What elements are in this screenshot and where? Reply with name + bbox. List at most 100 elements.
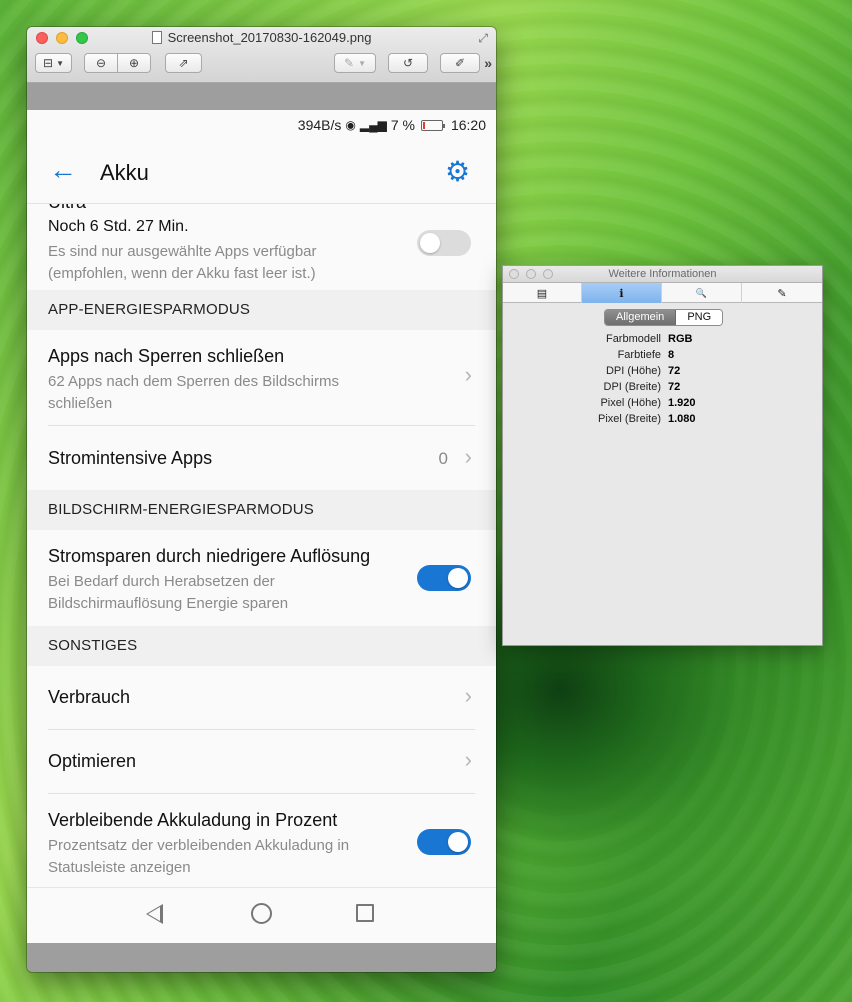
intensive-apps-title: Stromintensive Apps <box>48 448 213 468</box>
signal-icon: ▂▄▆ <box>359 118 387 132</box>
usage-item[interactable]: Verbrauch › <box>27 666 496 730</box>
info-value: 72 <box>668 365 681 377</box>
info-title: Weitere Informationen <box>608 268 717 280</box>
document-icon <box>151 31 162 44</box>
markup-button[interactable]: ✎ ▼ <box>334 53 376 73</box>
info-key: Pixel (Höhe) <box>600 397 661 409</box>
tab-info[interactable]: ℹ <box>582 283 662 303</box>
toggle-knob <box>420 233 440 253</box>
ultra-mode-item[interactable]: Ultra Noch 6 Std. 27 Min. Es sind nur au… <box>27 204 496 290</box>
info-panel: Weitere Informationen ▤ ℹ 🔍 ✎ Allgemein … <box>502 265 823 646</box>
rotate-button[interactable]: ↺ <box>388 53 428 73</box>
chevron-right-icon: › <box>464 747 472 772</box>
intensive-apps-item[interactable]: Stromintensive Apps 0 › <box>27 426 496 490</box>
annotate-button[interactable]: ✐ <box>440 53 480 73</box>
ultra-remaining-time: Noch 6 Std. 27 Min. <box>48 218 189 235</box>
info-value: 72 <box>668 381 681 393</box>
segment-general[interactable]: Allgemein <box>605 310 677 325</box>
wifi-icon: ◉ <box>345 118 356 132</box>
info-value: 1.080 <box>668 413 696 425</box>
battery-percent-desc-line2: Statusleiste anzeigen <box>48 859 191 876</box>
battery-percent-item[interactable]: Verbleibende Akkuladung in Prozent Proze… <box>27 794 496 887</box>
preview-window: Screenshot_20170830-162049.png ⤢ ⊟ ▼ ⊖ ⊕… <box>27 27 496 972</box>
info-row: Farbtiefe 8 <box>503 349 822 365</box>
tab-annotations[interactable]: ✎ <box>742 283 822 303</box>
toggle-knob <box>448 832 468 852</box>
segment-png[interactable]: PNG <box>676 310 723 325</box>
preview-titlebar: Screenshot_20170830-162049.png ⤢ ⊟ ▼ ⊖ ⊕… <box>27 27 496 83</box>
nav-home-icon[interactable] <box>251 903 272 924</box>
share-button[interactable]: ⇗ <box>165 53 202 73</box>
info-row: DPI (Breite) 72 <box>503 381 822 397</box>
zoom-out-icon: ⊖ <box>95 56 107 70</box>
zoom-out-button[interactable]: ⊖ <box>84 53 118 73</box>
info-key: Farbmodell <box>605 333 661 345</box>
ultra-desc-line1: Es sind nur ausgewählte Apps verfügbar <box>48 243 317 260</box>
battery-percent-desc-line1: Prozentsatz der verbleibenden Akkuladung… <box>48 837 350 854</box>
markup-icon: ✎ <box>344 56 355 70</box>
share-icon: ⇗ <box>178 56 189 70</box>
info-key: DPI (Höhe) <box>605 365 661 377</box>
chevron-down-icon: ▼ <box>56 58 64 68</box>
battery-icon <box>420 119 445 131</box>
toggle-knob <box>448 568 468 588</box>
section-app-energy: APP-ENERGIESPARMODUS <box>27 290 496 330</box>
low-resolution-desc-line1: Bei Bedarf durch Herabsetzen der <box>48 573 275 590</box>
pen-icon: ✎ <box>777 287 787 300</box>
info-titlebar: Weitere Informationen <box>503 266 822 283</box>
section-other: SONSTIGES <box>27 626 496 666</box>
optimize-title: Optimieren <box>48 751 137 771</box>
chevron-right-icon: › <box>464 362 472 387</box>
ultra-mode-toggle[interactable] <box>417 230 471 256</box>
zoom-in-button[interactable]: ⊕ <box>117 53 151 73</box>
optimize-item[interactable]: Optimieren › <box>27 730 496 794</box>
sidebar-icon: ⊟ <box>43 56 54 70</box>
rotate-icon: ↺ <box>402 56 414 70</box>
low-resolution-item[interactable]: Stromsparen durch niedrigere Auflösung B… <box>27 530 496 626</box>
close-apps-item[interactable]: Apps nach Sperren schließen 62 Apps nach… <box>27 330 496 426</box>
chevron-right-icon: › <box>464 683 472 708</box>
search-icon: 🔍 <box>695 287 708 298</box>
gear-icon[interactable]: ⚙ <box>445 158 470 186</box>
nav-back-icon[interactable] <box>146 904 163 924</box>
annotate-icon: ✐ <box>454 56 466 70</box>
info-tabs: ▤ ℹ 🔍 ✎ <box>503 283 822 303</box>
ultra-desc-line2: (empfohlen, wenn der Akku fast leer ist.… <box>48 265 316 282</box>
battery-percent-toggle[interactable] <box>417 829 471 855</box>
info-value: 8 <box>668 349 675 361</box>
tab-general[interactable]: ▤ <box>503 283 582 303</box>
chevron-right-icon: › <box>464 444 472 469</box>
page-title: Akku <box>100 160 149 185</box>
android-screen: 394B/s ◉ ▂▄▆ 7 % 16:20 ← Akku ⚙ Ultra No… <box>27 110 496 943</box>
battery-percent: 7 % <box>390 117 415 133</box>
info-row: Pixel (Höhe) 1.920 <box>503 397 822 413</box>
nav-recents-icon[interactable] <box>356 904 374 922</box>
sidebar-toggle-button[interactable]: ⊟ ▼ <box>35 53 72 73</box>
usage-title: Verbrauch <box>48 687 131 707</box>
zoom-in-icon: ⊕ <box>128 56 140 70</box>
tab-search[interactable]: 🔍 <box>662 283 742 303</box>
low-resolution-title: Stromsparen durch niedrigere Auflösung <box>48 546 371 566</box>
fullscreen-icon[interactable]: ⤢ <box>478 31 488 46</box>
close-apps-title: Apps nach Sperren schließen <box>48 346 285 366</box>
ultra-mode-title: Ultra <box>48 204 86 213</box>
info-value: 1.920 <box>668 397 696 409</box>
info-row: DPI (Höhe) 72 <box>503 365 822 381</box>
back-arrow-icon[interactable]: ← <box>49 156 77 184</box>
settings-list[interactable]: Ultra Noch 6 Std. 27 Min. Es sind nur au… <box>27 204 496 887</box>
info-row: Farbmodell RGB <box>503 333 822 349</box>
low-resolution-toggle[interactable] <box>417 565 471 591</box>
info-value: RGB <box>668 333 693 345</box>
document-icon: ▤ <box>536 287 548 300</box>
info-key: Pixel (Breite) <box>598 413 661 425</box>
section-screen-energy: BILDSCHIRM-ENERGIESPARMODUS <box>27 490 496 530</box>
app-bar: ← Akku ⚙ <box>27 140 496 204</box>
info-row: Pixel (Breite) 1.080 <box>503 413 822 429</box>
chevron-down-icon: ▼ <box>358 58 366 68</box>
close-apps-desc-line1: 62 Apps nach dem Sperren des Bildschirms <box>48 373 339 390</box>
info-key: DPI (Breite) <box>603 381 661 393</box>
window-title-text: Screenshot_20170830-162049.png <box>167 30 372 45</box>
android-nav-bar <box>27 887 496 943</box>
more-tools-icon[interactable]: » <box>484 55 492 71</box>
info-segmented-control: Allgemein PNG <box>604 309 724 326</box>
